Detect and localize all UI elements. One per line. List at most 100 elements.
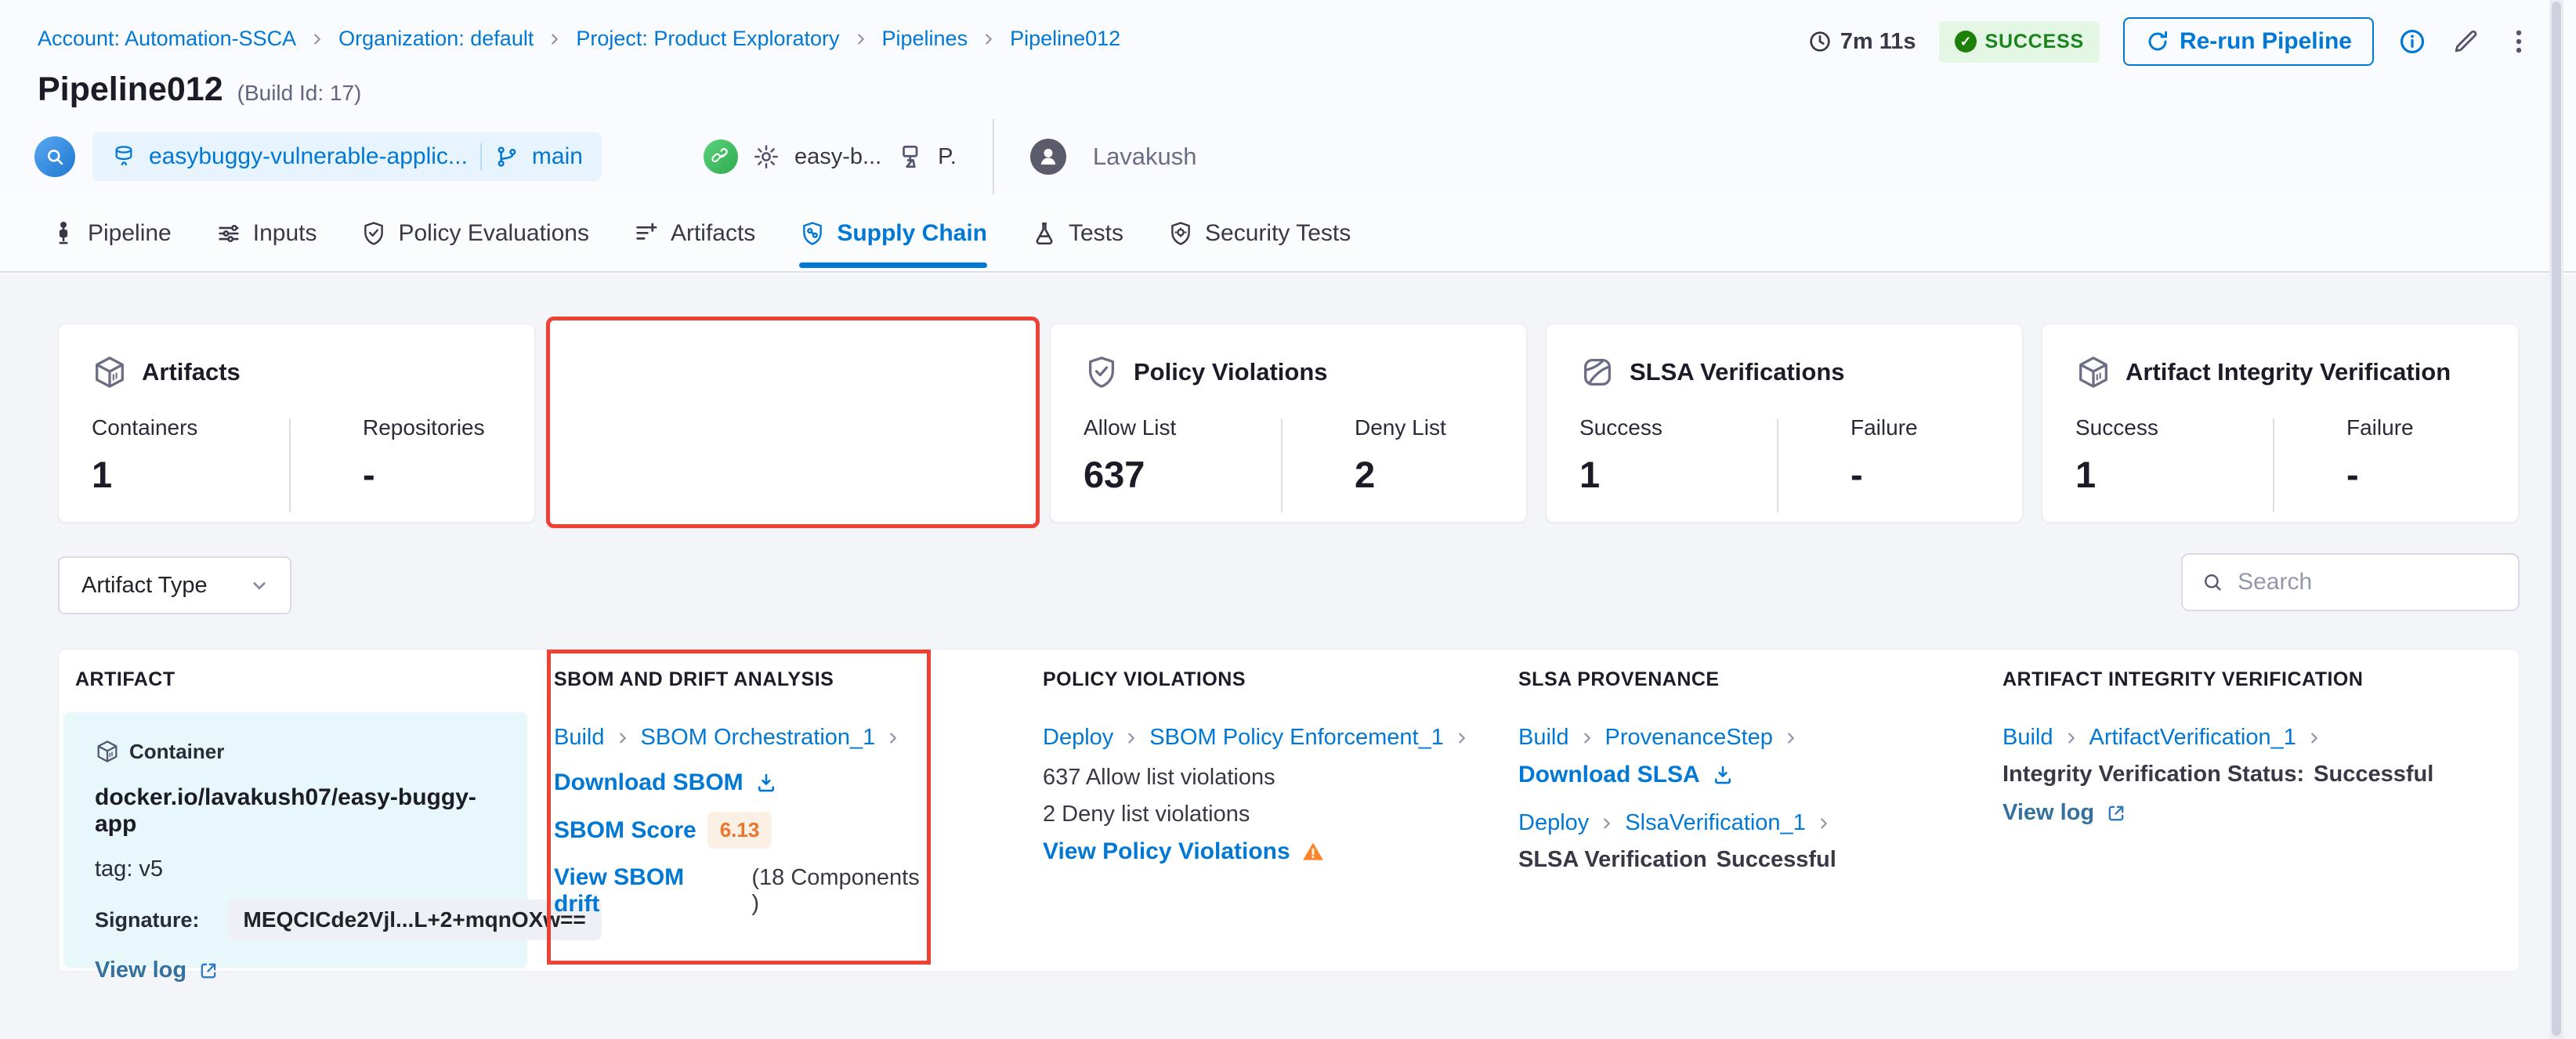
chevron-right-icon xyxy=(614,729,631,747)
search-input[interactable] xyxy=(2238,569,2499,596)
trigger-name[interactable]: easy-b... xyxy=(794,144,881,170)
summary-cards: Artifacts Containers1 Repositories- Dete… xyxy=(58,324,2519,523)
column-header-slsa: SLSA PROVENANCE xyxy=(1518,668,1720,691)
container-cube-icon xyxy=(95,739,120,764)
supply-chain-icon xyxy=(799,220,826,247)
slsa-stage1-link[interactable]: Build xyxy=(1518,725,1569,751)
view-policy-violations-link[interactable]: View Policy Violations xyxy=(1043,838,1482,865)
kebab-menu-icon[interactable] xyxy=(2504,27,2534,56)
execution-duration: 7m 11s xyxy=(1807,29,1916,55)
policy-step-link[interactable]: SBOM Policy Enforcement_1 xyxy=(1149,725,1444,751)
column-header-sbom: SBOM AND DRIFT ANALYSIS xyxy=(554,668,834,691)
tab-label: Policy Evaluations xyxy=(398,220,588,247)
chevron-right-icon xyxy=(309,31,326,48)
stat-value: - xyxy=(859,453,946,496)
integrity-status-value: Successful xyxy=(2314,762,2433,787)
tab-label: Pipeline xyxy=(88,220,172,247)
chevron-right-icon xyxy=(1815,815,1833,832)
slsa-verification-label: SLSA Verification xyxy=(1518,847,1707,873)
branch-name[interactable]: main xyxy=(532,143,583,170)
stat-divider xyxy=(2273,418,2274,512)
title-row: Pipeline012 (Build Id: 17) xyxy=(38,71,361,109)
git-branch-icon xyxy=(494,144,519,169)
gear-icon xyxy=(752,143,780,171)
download-sbom-label: Download SBOM xyxy=(554,769,743,796)
stat-label: Components xyxy=(588,415,785,440)
column-header-policy: POLICY VIOLATIONS xyxy=(1043,668,1246,691)
breadcrumb-pipelines[interactable]: Pipelines xyxy=(882,27,968,51)
card-artifact-integrity: Artifact Integrity Verification Success1… xyxy=(2042,324,2519,523)
integrity-view-log-link[interactable]: View log xyxy=(2003,800,2488,826)
stat-value: - xyxy=(1851,453,1918,496)
view-log-label: View log xyxy=(95,958,186,983)
artifact-type-label: Artifact Type xyxy=(81,573,208,599)
chevron-right-icon xyxy=(1123,729,1140,747)
stat-label: Allow List xyxy=(1084,415,1281,440)
policy-stage-link[interactable]: Deploy xyxy=(1043,725,1113,751)
signature-value[interactable]: MEQCICde2Vjl...L+2+mqnOXw== xyxy=(228,900,602,940)
repo-name[interactable]: easybuggy-vulnerable-applic... xyxy=(149,143,468,170)
sbom-step-link[interactable]: SBOM Orchestration_1 xyxy=(641,725,876,751)
build-id-label: (Build Id: 17) xyxy=(237,81,362,106)
edit-pencil-icon[interactable] xyxy=(2451,27,2480,56)
stat-divider xyxy=(289,418,291,512)
info-icon[interactable] xyxy=(2397,27,2427,56)
integrity-status-label: Integrity Verification Status: xyxy=(2003,762,2304,787)
tab-label: Supply Chain xyxy=(837,220,987,247)
supply-chain-page: Account: Automation-SSCA Organization: d… xyxy=(0,0,2576,1039)
card-policy-violations: Policy Violations Allow List637 Deny Lis… xyxy=(1050,324,1527,523)
view-sbom-drift-link[interactable]: View SBOM drift (18 Components ) xyxy=(554,864,930,918)
chevron-right-icon xyxy=(1453,729,1471,747)
tab-label: Artifacts xyxy=(671,220,755,247)
rerun-pipeline-button[interactable]: Re-run Pipeline xyxy=(2123,17,2374,66)
breadcrumb-account[interactable]: Account: Automation-SSCA xyxy=(38,27,296,51)
rerun-label: Re-run Pipeline xyxy=(2180,28,2352,55)
download-sbom-link[interactable]: Download SBOM xyxy=(554,769,930,796)
search-icon xyxy=(2202,570,2223,595)
tab-supply-chain[interactable]: Supply Chain xyxy=(799,196,987,271)
view-log-label: View log xyxy=(2003,800,2094,826)
tab-policy-evaluations[interactable]: Policy Evaluations xyxy=(360,196,588,271)
tab-security-tests[interactable]: Security Tests xyxy=(1167,196,1351,271)
breadcrumb-project[interactable]: Project: Product Exploratory xyxy=(576,27,839,51)
slsa-step1-link[interactable]: ProvenanceStep xyxy=(1605,725,1773,751)
view-sbom-drift-label: View SBOM drift xyxy=(554,864,733,918)
stat-label: Repositories xyxy=(363,415,485,440)
artifacts-list-icon xyxy=(633,220,660,247)
tab-inputs[interactable]: Inputs xyxy=(215,196,317,271)
scrollbar-thumb[interactable] xyxy=(2552,2,2561,1036)
tab-artifacts[interactable]: Artifacts xyxy=(633,196,755,271)
check-circle-icon: ✓ xyxy=(1955,31,1977,52)
chevron-right-icon xyxy=(852,31,870,48)
column-header-artifact: ARTIFACT xyxy=(75,668,175,691)
stat-divider xyxy=(785,418,787,512)
stat-label: Containers xyxy=(92,415,289,440)
artifact-view-log-link[interactable]: View log xyxy=(95,958,496,983)
breadcrumb-organization[interactable]: Organization: default xyxy=(338,27,534,51)
slsa-icon xyxy=(1579,354,1615,390)
flask-icon xyxy=(1031,220,1058,247)
integrity-stage-link[interactable]: Build xyxy=(2003,725,2053,751)
allow-list-violations: 637 Allow list violations xyxy=(1043,765,1482,791)
tab-pipeline[interactable]: Pipeline xyxy=(50,196,172,271)
artifact-tag: tag: v5 xyxy=(95,856,496,882)
download-slsa-link[interactable]: Download SLSA xyxy=(1518,762,1957,788)
stat-divider xyxy=(1281,418,1283,512)
slsa-stage2-link[interactable]: Deploy xyxy=(1518,810,1589,836)
integrity-step-link[interactable]: ArtifactVerification_1 xyxy=(2089,725,2296,751)
shield-check-icon xyxy=(360,220,387,247)
repo-branch-pill[interactable]: easybuggy-vulnerable-applic... main xyxy=(92,132,602,181)
signature-label: Signature: xyxy=(95,908,200,932)
sbom-stage-link[interactable]: Build xyxy=(554,725,605,751)
slsa-step2-link[interactable]: SlsaVerification_1 xyxy=(1625,810,1806,836)
breadcrumb-pipeline012[interactable]: Pipeline012 xyxy=(1010,27,1120,51)
vertical-scrollbar[interactable] xyxy=(2549,0,2563,1039)
sbom-document-icon xyxy=(588,354,624,390)
execution-meta-row: easybuggy-vulnerable-applic... main easy… xyxy=(34,129,1197,185)
artifact-type-dropdown[interactable]: Artifact Type xyxy=(58,556,291,614)
stat-value: 1 xyxy=(1579,453,1777,496)
sbom-score-link[interactable]: SBOM Score 6.13 xyxy=(554,812,930,849)
pill-divider xyxy=(480,143,482,170)
chevron-right-icon xyxy=(1598,815,1615,832)
tab-tests[interactable]: Tests xyxy=(1031,196,1123,271)
